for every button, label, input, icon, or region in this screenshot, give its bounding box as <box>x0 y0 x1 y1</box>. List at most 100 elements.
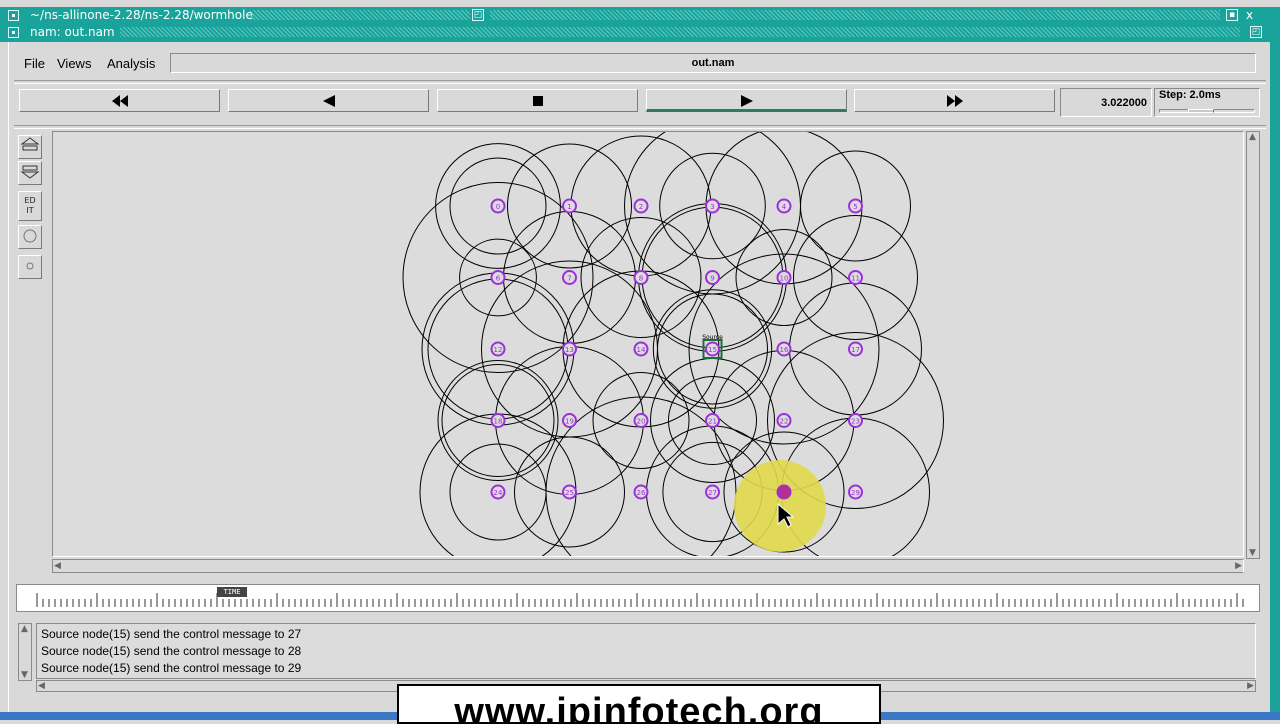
log-line: Source node(15) send the control message… <box>41 661 302 675</box>
menu-file[interactable]: File <box>24 56 45 71</box>
node-2[interactable]: 2 <box>633 198 649 214</box>
node-29[interactable]: 29 <box>848 484 863 500</box>
small-node-button[interactable] <box>18 255 42 279</box>
node-17[interactable]: 17 <box>848 341 863 357</box>
node-0[interactable]: 0 <box>490 198 506 214</box>
node-label: 9 <box>710 275 714 283</box>
log-scroll-up-icon[interactable]: ▲ <box>21 624 28 634</box>
scroll-down-icon[interactable]: ▼ <box>1249 548 1256 558</box>
node-label: 11 <box>851 275 860 283</box>
node-4[interactable]: 4 <box>776 198 792 214</box>
time-slider[interactable]: TIME <box>16 584 1260 612</box>
node-26[interactable]: 26 <box>633 484 649 500</box>
log-scroll-right-icon[interactable]: ▶ <box>1247 681 1254 691</box>
node-8[interactable]: 8 <box>633 270 649 285</box>
step-slider-thumb[interactable] <box>1188 109 1214 113</box>
node-label: 23 <box>851 418 860 426</box>
log-scroll-left-icon[interactable]: ◀ <box>38 681 45 691</box>
node-label: 19 <box>565 418 574 426</box>
window-menu-icon-right[interactable]: ▪ <box>1226 9 1238 21</box>
small-circle-icon <box>26 262 34 270</box>
step-back-button[interactable] <box>228 89 429 112</box>
edit-button[interactable]: ED IT <box>18 191 42 221</box>
restore-icon[interactable]: ◰ <box>472 9 484 21</box>
node-21[interactable]: 21 <box>705 413 720 428</box>
step-back-icon <box>322 94 335 107</box>
node-25[interactable]: 25 <box>562 484 577 500</box>
nam-window-menu-icon[interactable] <box>8 27 19 38</box>
canvas-vertical-scrollbar[interactable]: ▲ ▼ <box>1246 131 1260 559</box>
node-11[interactable]: 11 <box>848 270 863 285</box>
node-20[interactable]: 20 <box>633 413 649 428</box>
node-label: 22 <box>780 418 789 426</box>
window-right-edge <box>1270 42 1280 712</box>
large-circle-icon <box>23 229 37 243</box>
nam-titlebar-hatch <box>120 27 1240 37</box>
toolbar-separator <box>14 125 1266 129</box>
node-16[interactable]: 16 <box>776 341 792 357</box>
stop-button[interactable] <box>437 89 638 112</box>
node-28[interactable]: 28 <box>776 484 792 500</box>
menu-views[interactable]: Views <box>57 56 91 71</box>
node-5[interactable]: 5 <box>848 198 863 214</box>
node-label: 28 <box>780 489 789 497</box>
node-label: 16 <box>780 346 789 354</box>
node-label: 3 <box>710 203 714 211</box>
node-24[interactable]: 24 <box>490 484 506 500</box>
node-14[interactable]: 14 <box>633 341 649 357</box>
node-13[interactable]: 13 <box>562 341 577 357</box>
node-12[interactable]: 12 <box>490 341 506 357</box>
scroll-up-icon[interactable]: ▲ <box>1249 132 1256 142</box>
log-line: Source node(15) send the control message… <box>41 627 302 641</box>
maximize-icon[interactable]: ◰ <box>1250 26 1262 38</box>
menu-analysis[interactable]: Analysis <box>107 56 155 71</box>
node-label: 7 <box>567 275 571 283</box>
current-time-display: 3.022000 <box>1060 88 1152 117</box>
node-label: 0 <box>496 203 500 211</box>
step-label: Step: 2.0ms <box>1159 89 1221 101</box>
node-3[interactable]: 3 <box>705 198 720 214</box>
time-slider-marker[interactable]: TIME <box>217 587 247 597</box>
zoom-in-button[interactable] <box>18 135 42 159</box>
outer-window-titlebar[interactable]: ~/ns-allinone-2.28/ns-2.28/wormhole ◰ ▪ … <box>0 7 1280 24</box>
node-19[interactable]: 19 <box>562 413 577 428</box>
node-18[interactable]: 18 <box>490 413 506 428</box>
node-15[interactable]: Source 15 <box>702 334 723 359</box>
scroll-left-icon[interactable]: ◀ <box>54 561 61 571</box>
node-label: 12 <box>494 346 503 354</box>
play-button[interactable] <box>646 89 847 112</box>
annotation-log: Source node(15) send the control message… <box>36 623 1256 679</box>
fast-rewind-button[interactable] <box>19 89 220 112</box>
fast-rewind-icon <box>111 94 128 107</box>
node-9[interactable]: 9 <box>705 270 720 285</box>
node-label: 10 <box>780 275 789 283</box>
close-button[interactable]: x <box>1246 7 1253 24</box>
node-1[interactable]: 1 <box>562 198 577 214</box>
node-23[interactable]: 23 <box>848 413 863 428</box>
canvas-horizontal-scrollbar[interactable]: ◀ ▶ <box>52 559 1244 573</box>
network-canvas[interactable]: 0 1 2 3 4 5 6 7 8 9 10 11 12 13 14 Source 15 16 17 18 19 20 21… <box>52 131 1244 557</box>
node-22[interactable]: 22 <box>776 413 792 428</box>
node-label: 14 <box>637 346 646 354</box>
node-10[interactable]: 10 <box>776 270 792 285</box>
node-label: 26 <box>637 489 646 497</box>
fast-forward-icon <box>946 94 963 107</box>
zoom-out-button[interactable] <box>18 161 42 185</box>
fast-forward-button[interactable] <box>854 89 1055 112</box>
node-7[interactable]: 7 <box>562 270 577 285</box>
large-node-button[interactable] <box>18 225 42 249</box>
node-6[interactable]: 6 <box>490 270 506 285</box>
log-scroll-down-icon[interactable]: ▼ <box>21 670 28 680</box>
nam-window-titlebar[interactable]: nam: out.nam ◰ <box>0 24 1280 42</box>
play-icon <box>740 94 753 107</box>
node-label: 17 <box>851 346 860 354</box>
node-27[interactable]: 27 <box>705 484 720 500</box>
node-label: 1 <box>567 203 571 211</box>
scroll-right-icon[interactable]: ▶ <box>1235 561 1242 571</box>
log-vertical-scrollbar[interactable]: ▲ ▼ <box>18 623 32 681</box>
step-slider[interactable] <box>1159 109 1255 113</box>
window-menu-icon[interactable] <box>8 10 19 21</box>
source-tag: Source <box>702 334 723 341</box>
node-label: 8 <box>639 275 643 283</box>
network-topology[interactable]: 0 1 2 3 4 56 7 8 9 10 1112 13 14Source15 16 1718 19 20 21… <box>53 132 1243 556</box>
